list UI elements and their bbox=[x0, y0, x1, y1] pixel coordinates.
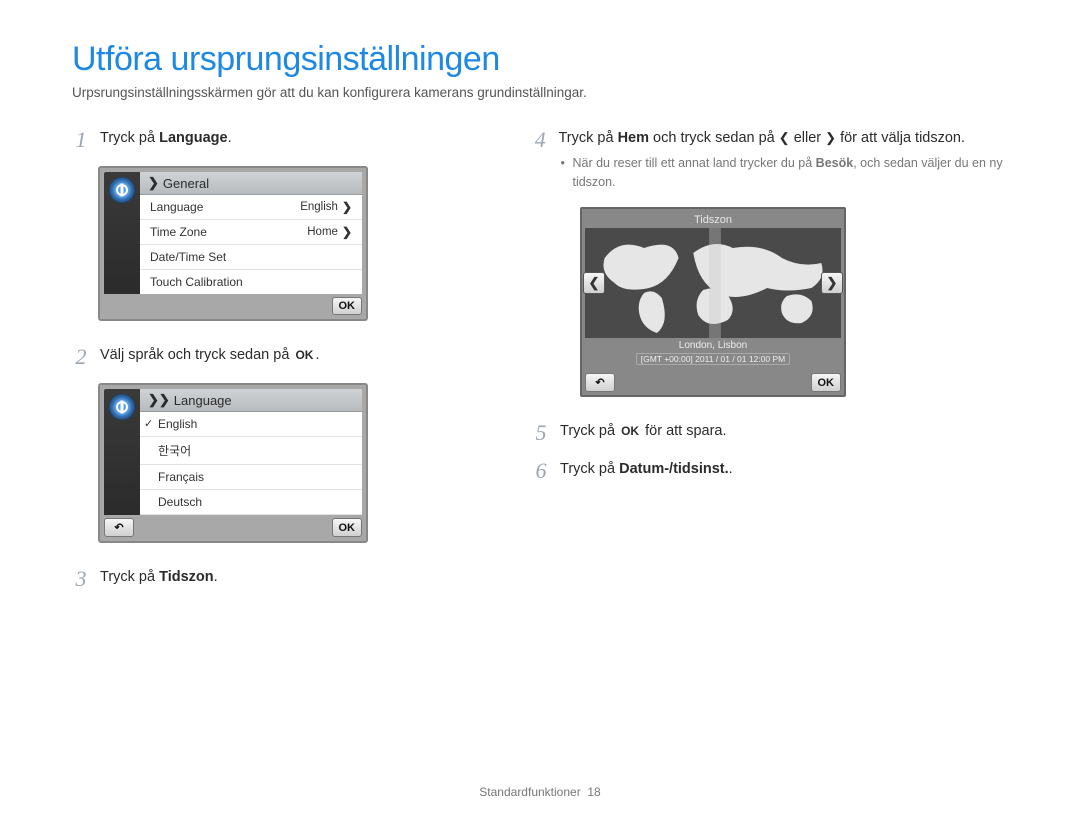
step-text: Tryck på bbox=[560, 461, 619, 477]
gear-icon bbox=[110, 395, 134, 419]
ok-button[interactable]: OK bbox=[332, 518, 363, 537]
language-panel: ❯❯ Language English 한국어 Français Deutsch… bbox=[98, 383, 368, 543]
timezone-gmt: [GMT +00:00] 2011 / 01 / 01 12:00 PM bbox=[636, 353, 791, 365]
general-settings-panel: ❯ General Language English ❯ Time Zone Ho… bbox=[98, 166, 368, 321]
timezone-city: London, Lisbon bbox=[585, 340, 841, 352]
row-touch-calibration[interactable]: Touch Calibration bbox=[140, 270, 362, 294]
step-text: . bbox=[315, 347, 319, 363]
row-label: Time Zone bbox=[150, 225, 207, 239]
row-time-zone[interactable]: Time Zone Home ❯ bbox=[140, 220, 362, 245]
lang-korean[interactable]: 한국어 bbox=[140, 437, 362, 465]
step-text: Tryck på bbox=[558, 130, 617, 146]
page-title: Utföra ursprungsinställningen bbox=[72, 40, 1008, 79]
step-text: Tryck på bbox=[560, 423, 619, 439]
chevron-right-icon: ❯ bbox=[342, 225, 352, 239]
step-note: När du reser till ett annat land trycker… bbox=[558, 154, 1008, 192]
step-bold: Hem bbox=[618, 130, 649, 146]
note-bold: Besök bbox=[816, 156, 854, 170]
ok-icon: OK bbox=[293, 346, 315, 364]
step-text: Tryck på bbox=[100, 569, 159, 585]
timezone-panel: Tidszon ❮ ❯ Londo bbox=[580, 207, 846, 397]
prev-timezone-button[interactable]: ❮ bbox=[583, 272, 605, 294]
row-date-time-set[interactable]: Date/Time Set bbox=[140, 245, 362, 270]
page-footer: Standardfunktioner 18 bbox=[0, 785, 1080, 799]
step-text: för att spara. bbox=[641, 423, 726, 439]
step-text: Välj språk och tryck sedan på bbox=[100, 347, 293, 363]
step-number: 3 bbox=[72, 567, 90, 591]
panel-header: ❯ General bbox=[140, 172, 362, 195]
back-button[interactable]: ↶ bbox=[104, 518, 134, 537]
lang-francais[interactable]: Français bbox=[140, 465, 362, 490]
row-value: English bbox=[300, 201, 338, 213]
step-number: 1 bbox=[72, 128, 90, 152]
step-number: 2 bbox=[72, 345, 90, 369]
step-2: 2 Välj språk och tryck sedan på OK. bbox=[72, 345, 492, 369]
step-number: 6 bbox=[532, 459, 550, 483]
chevron-double-right-icon: ❯❯ bbox=[148, 392, 170, 408]
row-label: Language bbox=[150, 200, 203, 214]
step-text: . bbox=[228, 130, 232, 146]
step-6: 6 Tryck på Datum-/tidsinst.. bbox=[532, 459, 1008, 483]
page-subtitle: Urpsrungsinställningsskärmen gör att du … bbox=[72, 85, 1008, 100]
step-bold: Language bbox=[159, 130, 227, 146]
note-text: När du reser till ett annat land trycker… bbox=[572, 156, 815, 170]
ok-icon: OK bbox=[619, 422, 641, 440]
chevron-left-icon: ❮ bbox=[779, 130, 790, 145]
row-language[interactable]: Language English ❯ bbox=[140, 195, 362, 220]
gear-icon bbox=[110, 178, 134, 202]
step-3: 3 Tryck på Tidszon. bbox=[72, 567, 492, 591]
next-timezone-button[interactable]: ❯ bbox=[821, 272, 843, 294]
chevron-right-icon: ❯ bbox=[342, 200, 352, 214]
row-value: Home bbox=[307, 226, 338, 238]
step-bold: Datum-/tidsinst. bbox=[619, 461, 729, 477]
settings-sidebar bbox=[104, 389, 140, 515]
lang-english[interactable]: English bbox=[140, 412, 362, 437]
panel-header-title: Language bbox=[174, 393, 232, 408]
back-button[interactable]: ↶ bbox=[585, 373, 615, 392]
step-text: och tryck sedan på bbox=[649, 130, 779, 146]
step-text: eller bbox=[790, 130, 825, 146]
step-number: 4 bbox=[532, 128, 548, 152]
row-label: Touch Calibration bbox=[150, 275, 243, 289]
step-bold: Tidszon bbox=[159, 569, 214, 585]
panel-header: ❯❯ Language bbox=[140, 389, 362, 412]
step-4: 4 Tryck på Hem och tryck sedan på ❮ elle… bbox=[532, 128, 1008, 191]
step-text: för att välja tidszon. bbox=[836, 130, 965, 146]
chevron-right-icon: ❯ bbox=[148, 175, 159, 191]
settings-sidebar bbox=[104, 172, 140, 294]
footer-section: Standardfunktioner bbox=[479, 785, 580, 799]
step-5: 5 Tryck på OK för att spara. bbox=[532, 421, 1008, 445]
step-1: 1 Tryck på Language. bbox=[72, 128, 492, 152]
panel-header-title: General bbox=[163, 176, 209, 191]
step-number: 5 bbox=[532, 421, 550, 445]
ok-button[interactable]: OK bbox=[811, 373, 842, 392]
lang-deutsch[interactable]: Deutsch bbox=[140, 490, 362, 515]
footer-page: 18 bbox=[587, 785, 600, 799]
row-label: Date/Time Set bbox=[150, 250, 226, 264]
ok-button[interactable]: OK bbox=[332, 297, 363, 315]
timezone-title: Tidszon bbox=[585, 212, 841, 228]
world-map: ❮ ❯ bbox=[585, 228, 841, 338]
step-text: . bbox=[214, 569, 218, 585]
step-text: Tryck på bbox=[100, 130, 159, 146]
step-text: . bbox=[729, 461, 733, 477]
chevron-right-icon: ❯ bbox=[825, 130, 836, 145]
